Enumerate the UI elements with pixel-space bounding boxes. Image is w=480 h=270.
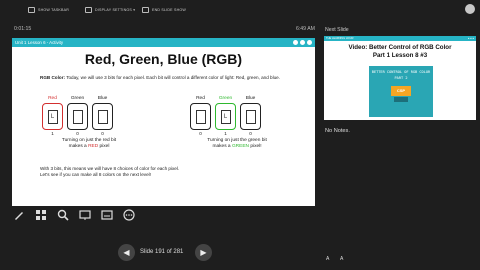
next-slide-title: Video: Better Control of RGB Color Part … <box>324 44 476 59</box>
end-slide-show-label: END SLIDE SHOW <box>152 8 186 12</box>
bit-switch-box <box>67 103 88 130</box>
monitor-icon <box>85 7 92 13</box>
subtitles-icon[interactable] <box>100 208 114 222</box>
next-title-line2: Part 1 Lesson 8 #3 <box>372 51 428 59</box>
header-icon <box>307 40 312 45</box>
next-slide-label: Next Slide <box>325 27 349 33</box>
decrease-notes-font-icon[interactable]: A <box>326 256 329 262</box>
red-word: RED <box>88 144 99 150</box>
bit-value: 0 <box>199 131 202 136</box>
increase-notes-font-icon[interactable]: A <box>340 256 343 262</box>
intro-text: Today, we will use 3 bits for each pixel… <box>65 75 281 80</box>
bit-green: Green 0 <box>67 96 88 136</box>
light-switch-icon: L <box>47 109 58 124</box>
left-caption-line2: makes a RED pixel <box>68 144 110 150</box>
slide-header: Unit 1 Lesson 6 - Activity <box>12 38 315 47</box>
bit-green: Green L 1 <box>215 96 236 136</box>
show-taskbar-button[interactable]: SHOW TASKBAR <box>28 7 69 13</box>
light-switch-icon <box>97 109 108 124</box>
light-switch-icon <box>195 109 206 124</box>
bit-switch-box <box>190 103 211 130</box>
next-slide-preview[interactable]: THE LEARNING HOUR ● ● ● Video: Better Co… <box>324 36 476 120</box>
video-thumbnail: BETTER CONTROL OF RGB COLOR PART 2 CSP <box>369 66 433 117</box>
speaker-notes: No Notes. <box>325 128 350 134</box>
bit-switch-box: L <box>215 103 236 130</box>
slide-intro: RGB Color: Today, we will use 3 bits for… <box>40 75 295 81</box>
end-slide-show-button[interactable]: END SLIDE SHOW <box>142 7 186 13</box>
pen-icon[interactable] <box>12 208 26 222</box>
bit-value: 1 <box>224 131 227 136</box>
slide-outro: With 3 bits, this means we will have 8 c… <box>40 166 295 178</box>
video-title-line2: PART 2 <box>394 76 408 80</box>
bit-red: Red 0 <box>190 96 211 136</box>
header-icon <box>300 40 305 45</box>
next-slide-header-text: THE LEARNING HOUR <box>326 37 354 40</box>
bit-switch-box: L <box>42 103 63 130</box>
light-switch-icon <box>72 109 83 124</box>
chevron-right-icon: ▶ <box>200 248 207 257</box>
slides-grid-icon[interactable] <box>34 208 48 222</box>
video-logo-base <box>394 97 408 102</box>
video-logo: CSP <box>391 86 411 96</box>
bit-label: Blue <box>97 96 108 101</box>
show-taskbar-label: SHOW TASKBAR <box>38 8 70 12</box>
chevron-left-icon: ◀ <box>123 248 130 257</box>
slide-title: Red, Green, Blue (RGB) <box>84 51 243 67</box>
bit-label: Green <box>218 96 233 101</box>
bit-value: 0 <box>249 131 252 136</box>
left-caption: Turning on just the red bit makes a RED … <box>34 138 144 150</box>
right-caption-line2: makes a GREEN pixel! <box>212 144 262 150</box>
slide-header-title: Unit 1 Lesson 6 - Activity <box>15 40 64 45</box>
next-slide-header-icons: ● ● ● <box>467 37 474 40</box>
bit-value: 0 <box>101 131 104 136</box>
next-slide-header: THE LEARNING HOUR ● ● ● <box>324 36 476 41</box>
bit-value: 1 <box>51 131 54 136</box>
right-caption: Turning on just the green bit makes a GR… <box>182 138 292 150</box>
next-title-line1: Video: Better Control of RGB Color <box>348 44 452 51</box>
bit-switch-box <box>92 103 113 130</box>
light-switch-icon <box>245 109 256 124</box>
display-settings-label: DISPLAY SETTINGS ▾ <box>95 8 136 12</box>
bit-label: Red <box>196 96 205 101</box>
light-switch-icon: L <box>220 109 231 124</box>
outro-line2: Let's see if you can make all 8 colors o… <box>40 172 151 177</box>
current-slide: Unit 1 Lesson 6 - Activity Red, Green, B… <box>12 38 315 206</box>
next-slide-button[interactable]: ▶ <box>195 244 212 261</box>
bit-label: Red <box>48 96 57 101</box>
clock: 6:49 AM <box>295 26 315 32</box>
bit-label: Blue <box>245 96 256 101</box>
slide-counter[interactable]: Slide 191 of 281 <box>140 249 183 255</box>
slide-header-icons <box>293 40 312 45</box>
header-icon <box>293 40 298 45</box>
intro-bold: RGB Color: <box>40 75 66 80</box>
left-bit-group: Red L 1 Green 0 Blue 0 <box>42 96 113 136</box>
presenter-info-row: 0:01:15 6:49 AM <box>12 26 317 34</box>
end-show-icon <box>142 7 149 13</box>
presenter-toolbar: SHOW TASKBAR DISPLAY SETTINGS ▾ END SLID… <box>0 0 480 24</box>
taskbar-icon <box>28 7 35 13</box>
bit-red: Red L 1 <box>42 96 63 136</box>
bit-value: 0 <box>76 131 79 136</box>
right-bit-group: Red 0 Green L 1 Blue 0 <box>190 96 261 136</box>
video-title-line1: BETTER CONTROL OF RGB COLOR <box>371 70 431 74</box>
bit-blue: Blue 0 <box>92 96 113 136</box>
more-options-icon[interactable] <box>122 208 136 222</box>
window-close-button[interactable] <box>465 4 475 14</box>
elapsed-timer: 0:01:15 <box>14 26 32 32</box>
previous-slide-button[interactable]: ◀ <box>118 244 135 261</box>
display-settings-button[interactable]: DISPLAY SETTINGS ▾ <box>85 7 135 13</box>
green-word: GREEN <box>231 144 249 150</box>
bit-blue: Blue 0 <box>240 96 261 136</box>
zoom-icon[interactable] <box>56 208 70 222</box>
bit-label: Green <box>70 96 85 101</box>
pointer-icon[interactable] <box>78 208 92 222</box>
bit-switch-box <box>240 103 261 130</box>
presenter-tools <box>12 208 136 224</box>
